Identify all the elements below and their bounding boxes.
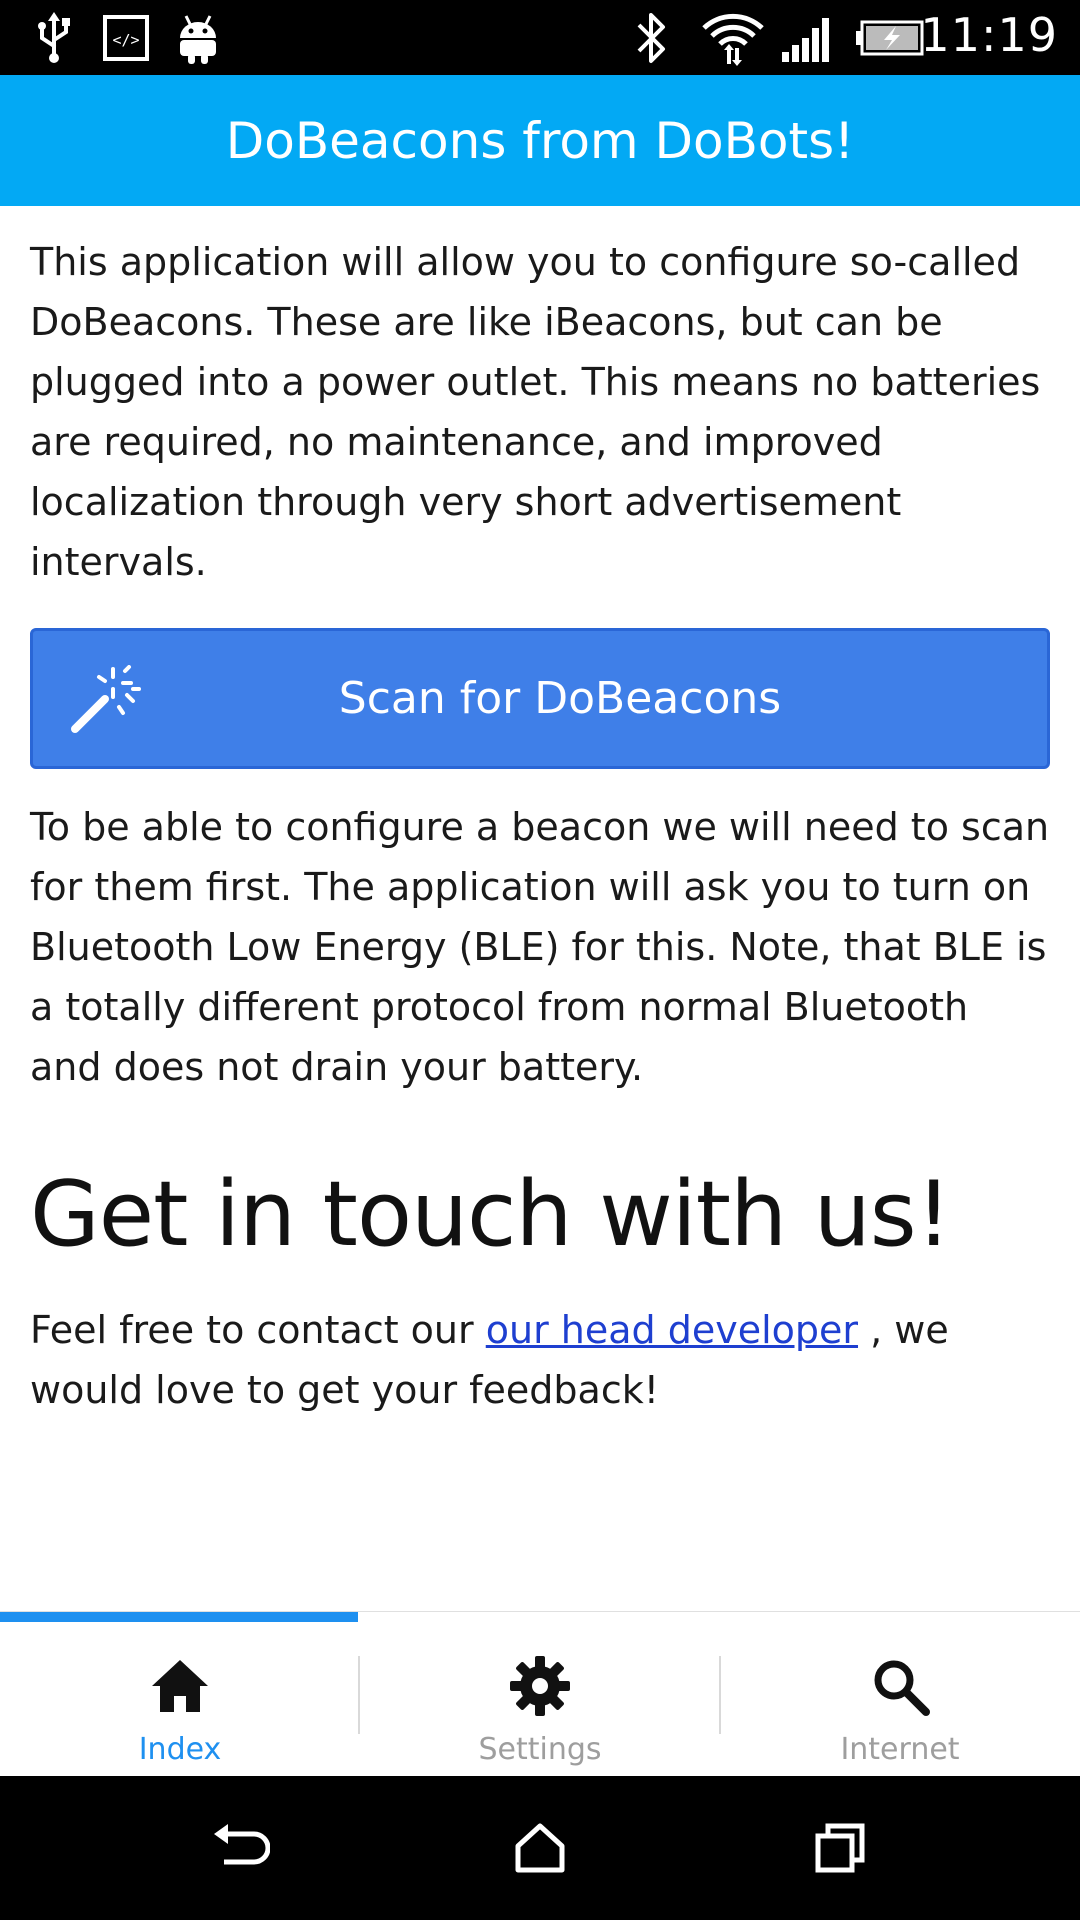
svg-text:</>: </> — [112, 31, 139, 49]
contact-prefix: Feel free to contact our — [30, 1308, 486, 1352]
contact-heading: Get in touch with us! — [30, 1162, 952, 1267]
magic-wand-icon — [69, 665, 141, 737]
tab-settings-label: Settings — [478, 1732, 602, 1767]
home-icon — [148, 1654, 212, 1718]
tab-bar: Index Settings Internet — [0, 1611, 1080, 1776]
scan-button-label: Scan for DoBeacons — [338, 673, 782, 724]
scan-button[interactable]: Scan for DoBeacons — [30, 628, 1050, 769]
developer-icon: </> — [100, 10, 152, 66]
tab-index-label: Index — [138, 1732, 222, 1767]
tab-settings[interactable]: Settings — [360, 1622, 720, 1777]
back-icon[interactable] — [204, 1812, 276, 1884]
status-bar: </> 11:19 — [0, 0, 1080, 75]
home-nav-icon[interactable] — [504, 1812, 576, 1884]
android-icon — [172, 10, 224, 66]
usb-icon — [28, 10, 80, 66]
bluetooth-icon — [628, 10, 674, 66]
recents-icon[interactable] — [804, 1812, 876, 1884]
main-content: This application will allow you to confi… — [30, 232, 1050, 1412]
tab-index[interactable]: Index — [0, 1622, 360, 1777]
signal-icon — [778, 10, 838, 66]
tab-internet-label: Internet — [840, 1732, 960, 1767]
search-icon — [868, 1654, 932, 1718]
battery-charging-icon — [856, 10, 926, 66]
active-tab-indicator — [0, 1612, 358, 1622]
gear-icon — [508, 1654, 572, 1718]
tab-internet[interactable]: Internet — [720, 1622, 1080, 1777]
page-title: DoBeacons from DoBots! — [225, 111, 855, 170]
app-header: DoBeacons from DoBots! — [0, 75, 1080, 206]
system-nav-bar — [0, 1776, 1080, 1920]
contact-paragraph: Feel free to contact our our head develo… — [30, 1300, 1050, 1420]
head-developer-link[interactable]: our head developer — [486, 1308, 858, 1352]
scan-info-paragraph: To be able to configure a beacon we will… — [30, 805, 1050, 1089]
wifi-icon — [698, 10, 768, 66]
intro-paragraph: This application will allow you to confi… — [30, 240, 1041, 584]
clock: 11:19 — [920, 8, 1058, 62]
